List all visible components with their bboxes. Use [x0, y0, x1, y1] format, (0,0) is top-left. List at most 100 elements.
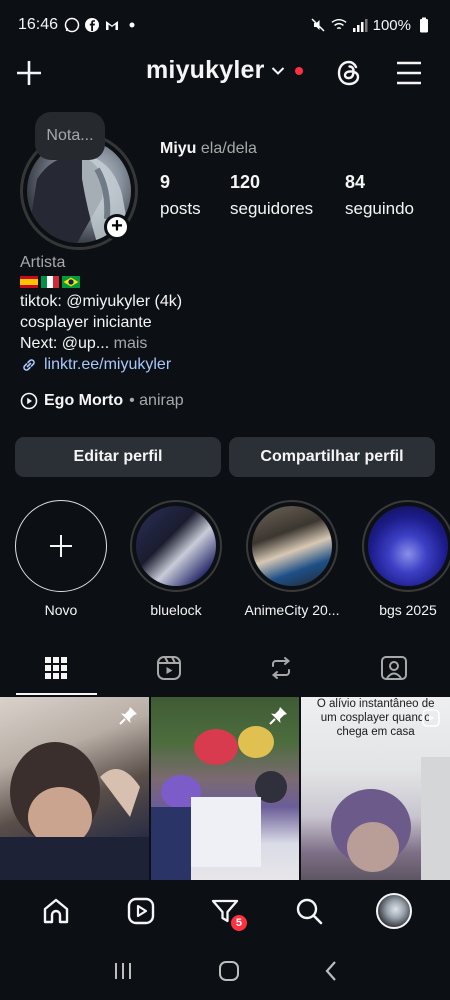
stat-following[interactable]: 84 seguindo — [345, 172, 414, 219]
hamburger-menu-icon — [397, 61, 421, 85]
facebook-icon — [84, 17, 100, 33]
plus-icon — [50, 535, 72, 557]
highlight-animecity[interactable]: AnimeCity 20... — [244, 500, 340, 618]
threads-button[interactable] — [334, 58, 364, 88]
highlight-cover — [368, 506, 448, 586]
back-icon[interactable] — [324, 960, 338, 982]
status-app-icons — [64, 17, 140, 33]
stat-followers[interactable]: 120 seguidores — [230, 172, 313, 219]
highlight-cover — [252, 506, 332, 586]
recent-apps-icon[interactable] — [112, 961, 134, 981]
italy-flag-icon — [41, 276, 59, 288]
account-switcher[interactable]: miyukyler — [146, 56, 303, 85]
spain-flag-icon — [20, 276, 38, 288]
note-bubble[interactable]: Nota... — [35, 112, 105, 160]
link-text: linktr.ee/miyukyler — [44, 356, 172, 373]
gmail-icon — [104, 17, 120, 33]
status-time: 16:46 — [18, 16, 59, 33]
flag-emojis — [20, 276, 182, 288]
highlight-bgs[interactable]: bgs 2025 — [360, 500, 450, 618]
stat-label: seguindo — [345, 199, 415, 218]
highlight-label: bgs 2025 — [379, 602, 437, 618]
highlight-ring — [246, 500, 338, 592]
profile-name: Miyu — [160, 140, 197, 157]
tab-reposts[interactable] — [225, 640, 338, 696]
system-navigation — [0, 942, 450, 1000]
repost-icon — [272, 657, 291, 679]
notification-dot — [294, 66, 303, 75]
chevron-down-icon — [271, 66, 284, 75]
profile-music[interactable]: Ego Morto • anirap — [20, 392, 184, 410]
profile-avatar — [375, 893, 412, 929]
bio-line: Next: @up... — [20, 335, 110, 352]
nav-activity[interactable]: 5 — [207, 893, 249, 933]
bio-more-link[interactable]: mais — [114, 335, 148, 352]
nav-profile[interactable] — [375, 893, 412, 929]
signal-icon — [352, 17, 368, 33]
highlight-new[interactable]: Novo — [13, 500, 109, 618]
bio-line-truncated: Next: @up... mais — [20, 333, 182, 354]
home-button-icon[interactable] — [218, 960, 240, 982]
nav-search[interactable] — [291, 893, 327, 929]
add-story-button[interactable]: + — [104, 214, 130, 240]
post-thumbnail[interactable] — [150, 697, 300, 880]
nav-home[interactable] — [38, 893, 74, 929]
notification-badge: 5 — [228, 913, 249, 933]
status-bar: 16:46 100% — [0, 0, 450, 50]
highlight-cover — [136, 506, 216, 586]
play-circle-icon — [20, 392, 38, 410]
tab-reels[interactable] — [113, 640, 226, 696]
music-title: Ego Morto — [44, 392, 124, 409]
nav-reels[interactable] — [123, 893, 159, 929]
pin-icon — [269, 707, 288, 725]
highlight-label: Novo — [44, 602, 78, 618]
posts-grid: O alívio instantâneo de um cosplayer qua… — [0, 697, 450, 880]
bio-line: tiktok: @miyukyler (4k) — [20, 293, 183, 310]
whatsapp-icon — [64, 17, 80, 33]
tab-posts-grid[interactable] — [0, 640, 113, 696]
highlight-ring — [362, 500, 450, 592]
bio-link[interactable]: linktr.ee/miyukyler — [20, 356, 171, 374]
search-icon — [297, 898, 323, 925]
dot-icon — [124, 17, 140, 33]
stat-label: seguidores — [230, 199, 314, 218]
bottom-nav: 5 — [0, 880, 450, 942]
tab-tagged[interactable] — [338, 640, 450, 696]
highlight-bluelock[interactable]: bluelock — [128, 500, 224, 618]
brazil-flag-icon — [62, 276, 80, 288]
post-thumbnail[interactable]: O alívio instantâneo de um cosplayer qua… — [301, 697, 450, 880]
pin-icon — [118, 707, 137, 725]
username: miyukyler — [146, 56, 265, 84]
highlight-label: AnimeCity 20... — [244, 602, 340, 618]
battery-icon — [416, 17, 432, 33]
highlight-ring — [130, 500, 222, 592]
reel-indicator-icon — [422, 709, 440, 727]
stat-value: 120 — [230, 172, 261, 192]
bio: Artista tiktok: @miyukyler (4k) cosplaye… — [20, 252, 182, 354]
plus-icon — [17, 61, 41, 85]
mute-icon — [310, 17, 326, 33]
display-name: Miyu ela/dela — [160, 140, 257, 158]
share-profile-button[interactable]: Compartilhar perfil — [229, 437, 435, 477]
link-icon — [23, 359, 35, 371]
pronouns: ela/dela — [200, 140, 257, 157]
music-artist: • anirap — [129, 392, 184, 409]
stat-value: 9 — [160, 172, 171, 192]
highlight-label: bluelock — [150, 602, 202, 618]
tagged-person-icon — [380, 656, 407, 680]
profile-tabs — [0, 640, 450, 696]
bio-line: cosplayer iniciante — [20, 314, 152, 331]
top-nav: miyukyler — [0, 50, 450, 96]
grid-icon — [45, 657, 68, 679]
reels-icon — [156, 656, 181, 680]
wifi-icon — [331, 17, 347, 33]
stat-posts[interactable]: 9 posts — [160, 172, 201, 219]
battery-text: 100% — [372, 16, 411, 34]
create-button[interactable] — [14, 58, 44, 88]
threads-icon — [337, 60, 360, 86]
stat-label: posts — [160, 199, 201, 218]
post-thumbnail[interactable] — [0, 697, 149, 880]
reels-icon — [127, 897, 154, 925]
menu-button[interactable] — [394, 58, 424, 88]
edit-profile-button[interactable]: Editar perfil — [15, 437, 221, 477]
